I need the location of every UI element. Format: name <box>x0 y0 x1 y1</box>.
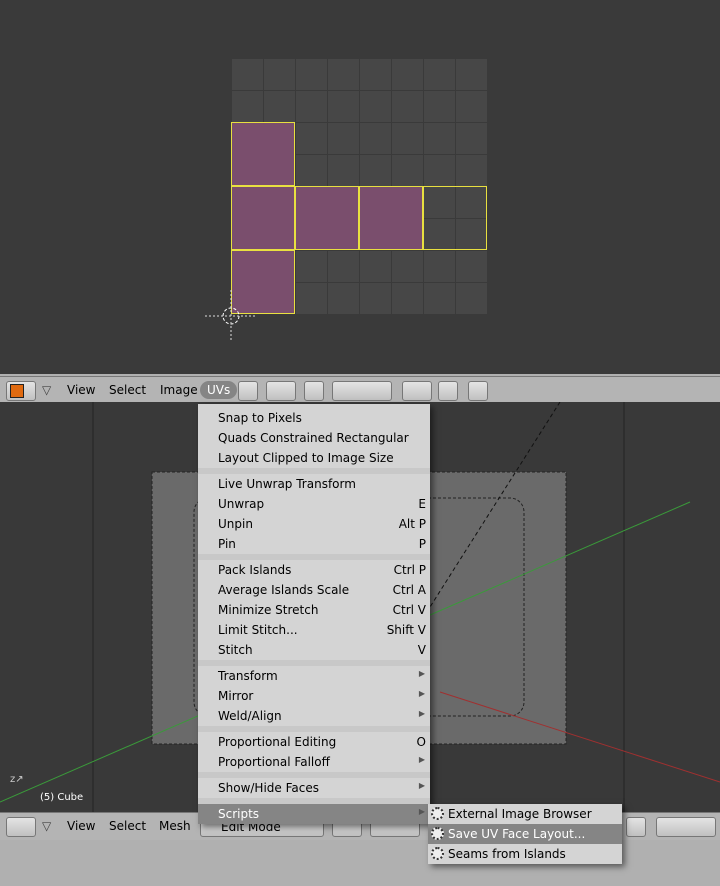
sticky-select-button[interactable] <box>402 381 432 401</box>
menu-item-label: Average Islands Scale <box>218 583 350 597</box>
menu-image[interactable]: Image <box>160 383 198 397</box>
editor-type-button[interactable] <box>6 817 36 837</box>
menu-item-label: Pack Islands <box>218 563 292 577</box>
submenu-arrow-icon: ▶ <box>418 781 425 790</box>
2d-cursor-icon <box>205 290 257 342</box>
menu-item-label: Layout Clipped to Image Size <box>218 451 394 465</box>
menu-item-label: Stitch <box>218 643 253 657</box>
menu-item-label: Mirror <box>218 689 254 703</box>
snap-button[interactable] <box>626 817 646 837</box>
menu-item-label: Unwrap <box>218 497 265 511</box>
menu-item-label: Proportional Falloff <box>218 755 330 769</box>
uv-face[interactable] <box>359 186 423 250</box>
image-browse-button[interactable] <box>238 381 258 401</box>
menu-item-label: Unpin <box>218 517 253 531</box>
menu-item-mirror[interactable]: Mirror ▶ <box>198 686 430 706</box>
submenu-arrow-icon: ▶ <box>418 669 425 678</box>
script-gear-icon <box>431 807 444 820</box>
menu-item-scripts[interactable]: Scripts ▶ <box>198 804 430 824</box>
submenu-item-seams-from-islands[interactable]: Seams from Islands <box>428 844 622 864</box>
select-mode-buttons[interactable] <box>656 817 716 837</box>
menu-item-label: Live Unwrap Transform <box>218 477 356 491</box>
menu-item-shortcut: Ctrl P <box>393 563 426 577</box>
menu-item-average-islands-scale[interactable]: Average Islands Scale Ctrl A <box>198 580 430 600</box>
menu-item-label: Proportional Editing <box>218 735 337 749</box>
object-label: (5) Cube <box>40 792 84 803</box>
editor-type-button[interactable] <box>6 381 36 401</box>
menu-select[interactable]: Select <box>109 819 146 833</box>
uv-editor-icon <box>10 384 24 398</box>
collapse-menu-icon[interactable]: ▽ <box>42 819 51 833</box>
menu-item-label: Snap to Pixels <box>218 411 302 425</box>
menu-item-label: Transform <box>218 669 278 683</box>
script-gear-icon <box>431 847 444 860</box>
uvs-menu: Snap to Pixels Quads Constrained Rectangu… <box>198 404 430 824</box>
menu-item-label: Limit Stitch... <box>218 623 298 637</box>
menu-item-snap-to-pixels[interactable]: Snap to Pixels <box>198 408 430 428</box>
menu-mesh[interactable]: Mesh <box>159 819 191 833</box>
menu-item-shortcut: Ctrl V <box>392 603 426 617</box>
menu-item-shortcut: O <box>416 735 426 749</box>
menu-item-weld-align[interactable]: Weld/Align ▶ <box>198 706 430 726</box>
menu-item-unwrap[interactable]: Unwrap E <box>198 494 430 514</box>
scripts-submenu: External Image Browser Save UV Face Layou… <box>428 804 622 864</box>
uv-face[interactable] <box>423 186 487 250</box>
menu-item-shortcut: Shift V <box>386 623 426 637</box>
menu-item-show-hide-faces[interactable]: Show/Hide Faces ▶ <box>198 778 430 798</box>
menu-item-label: Quads Constrained Rectangular <box>218 431 409 445</box>
menu-item-pin[interactable]: Pin P <box>198 534 430 554</box>
submenu-arrow-icon: ▶ <box>418 755 425 764</box>
menu-item-label: Pin <box>218 537 236 551</box>
menu-view[interactable]: View <box>67 383 95 397</box>
menu-item-stitch[interactable]: Stitch V <box>198 640 430 660</box>
menu-item-quads-constrained-rectangular[interactable]: Quads Constrained Rectangular <box>198 428 430 448</box>
submenu-item-label: External Image Browser <box>448 807 592 821</box>
menu-item-layout-clipped-to-image-size[interactable]: Layout Clipped to Image Size <box>198 448 430 468</box>
uv-image-editor[interactable] <box>0 0 720 374</box>
uv-face[interactable] <box>295 186 359 250</box>
menu-item-label: Minimize Stretch <box>218 603 319 617</box>
menu-item-proportional-falloff[interactable]: Proportional Falloff ▶ <box>198 752 430 772</box>
sync-select-button[interactable] <box>304 381 324 401</box>
menu-item-unpin[interactable]: Unpin Alt P <box>198 514 430 534</box>
submenu-item-external-image-browser[interactable]: External Image Browser <box>428 804 622 824</box>
submenu-item-save-uv-face-layout[interactable]: Save UV Face Layout... <box>428 824 622 844</box>
submenu-item-label: Seams from Islands <box>448 847 566 861</box>
uv-face[interactable] <box>231 186 295 250</box>
snap-button[interactable] <box>438 381 458 401</box>
menu-item-minimize-stretch[interactable]: Minimize Stretch Ctrl V <box>198 600 430 620</box>
menu-item-pack-islands[interactable]: Pack Islands Ctrl P <box>198 560 430 580</box>
menu-item-transform[interactable]: Transform ▶ <box>198 666 430 686</box>
menu-item-label: Scripts <box>218 807 260 821</box>
menu-item-shortcut: Ctrl A <box>392 583 426 597</box>
menu-item-live-unwrap-transform[interactable]: Live Unwrap Transform <box>198 474 430 494</box>
menu-select[interactable]: Select <box>109 383 146 397</box>
menu-item-label: Weld/Align <box>218 709 282 723</box>
menu-item-shortcut: Alt P <box>398 517 426 531</box>
menu-item-label: Show/Hide Faces <box>218 781 319 795</box>
menu-item-shortcut: E <box>418 497 426 511</box>
uv-grid[interactable] <box>231 58 487 314</box>
submenu-arrow-icon: ▶ <box>418 689 425 698</box>
script-gear-icon <box>431 827 444 840</box>
submenu-arrow-icon: ▶ <box>418 709 425 718</box>
uv-face[interactable] <box>231 122 295 186</box>
menu-item-shortcut: V <box>417 643 426 657</box>
pivot-button[interactable] <box>266 381 296 401</box>
axis-gizmo-icon: z↗ <box>10 774 24 785</box>
lock-button[interactable] <box>468 381 488 401</box>
menu-item-limit-stitch[interactable]: Limit Stitch... Shift V <box>198 620 430 640</box>
submenu-arrow-icon: ▶ <box>418 807 425 816</box>
menu-view[interactable]: View <box>67 819 95 833</box>
submenu-item-label: Save UV Face Layout... <box>448 827 586 841</box>
menu-item-shortcut: P <box>418 537 426 551</box>
select-mode-buttons[interactable] <box>332 381 392 401</box>
menu-uvs[interactable]: UVs <box>200 381 238 399</box>
menu-item-proportional-editing[interactable]: Proportional Editing O <box>198 732 430 752</box>
uv-editor-header: ▽ View Select Image UVs <box>0 376 720 404</box>
collapse-menu-icon[interactable]: ▽ <box>42 383 51 397</box>
